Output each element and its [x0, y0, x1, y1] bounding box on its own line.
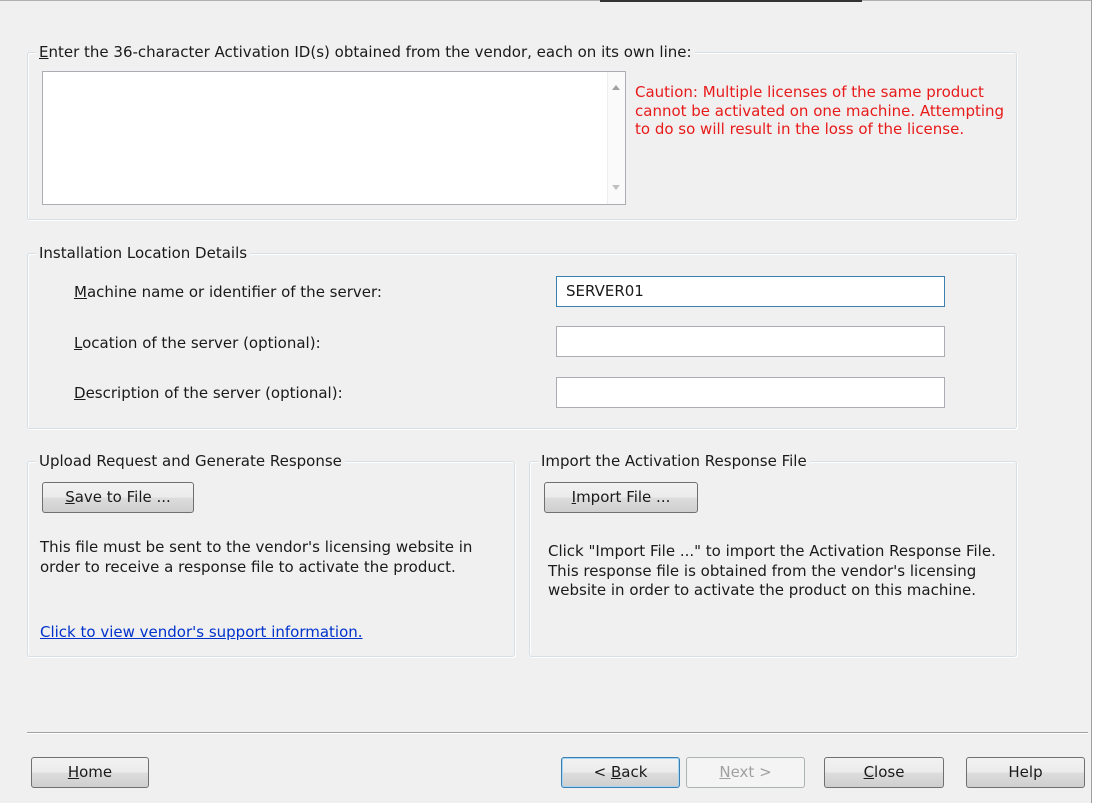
server-location-input[interactable]	[556, 326, 945, 357]
caution-text: Caution: Multiple licenses of the same p…	[635, 83, 1005, 138]
help-button[interactable]: Help	[966, 757, 1085, 788]
upload-description: This file must be sent to the vendor's l…	[40, 538, 473, 576]
import-response-legend: Import the Activation Response File	[538, 452, 810, 470]
scroll-down-arrow-icon[interactable]	[612, 185, 620, 190]
footer-separator-highlight	[27, 733, 1088, 734]
import-file-button[interactable]: Import File ...	[544, 482, 698, 513]
server-description-input[interactable]	[556, 377, 945, 408]
server-location-label: Location of the server (optional):	[74, 334, 321, 352]
next-button[interactable]: Next >	[686, 757, 805, 788]
installation-details-legend: Installation Location Details	[36, 244, 251, 262]
import-response-group: Import the Activation Response File Impo…	[529, 452, 1017, 657]
activation-id-textarea[interactable]	[42, 71, 626, 205]
back-button[interactable]: < Back	[561, 757, 680, 788]
activation-id-group: Enter the 36-character Activation ID(s) …	[27, 43, 1017, 220]
window-top-edge	[0, 0, 1094, 1]
scroll-up-arrow-icon[interactable]	[612, 85, 620, 90]
activation-id-legend: Enter the 36-character Activation ID(s) …	[36, 43, 695, 61]
installation-details-group: Installation Location Details Machine na…	[27, 244, 1017, 429]
save-to-file-button[interactable]: Save to File ...	[42, 482, 194, 513]
upload-request-legend: Upload Request and Generate Response	[36, 452, 345, 470]
upload-request-group: Upload Request and Generate Response Sav…	[27, 452, 515, 657]
textarea-scrollbar[interactable]	[607, 72, 625, 204]
server-description-label: Description of the server (optional):	[74, 384, 343, 402]
close-button[interactable]: Close	[824, 757, 944, 788]
home-button[interactable]: Home	[31, 757, 149, 788]
window-top-accent	[600, 0, 862, 2]
machine-name-input[interactable]: SERVER01	[556, 276, 945, 307]
machine-name-label: Machine name or identifier of the server…	[74, 283, 382, 301]
import-description: Click "Import File ..." to import the Ac…	[548, 542, 996, 599]
vendor-support-link[interactable]: Click to view vendor's support informati…	[40, 623, 363, 641]
